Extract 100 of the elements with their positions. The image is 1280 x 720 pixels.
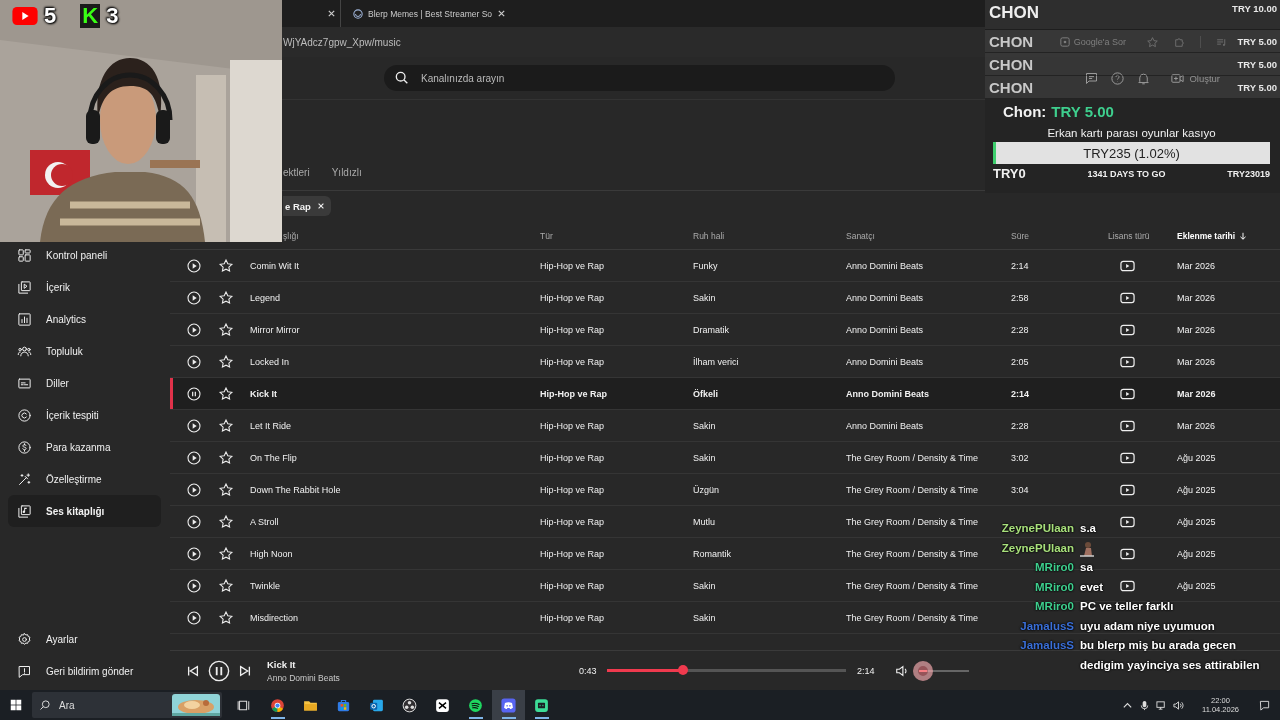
dashboard-icon bbox=[17, 247, 32, 263]
comment-icon[interactable] bbox=[1084, 70, 1100, 86]
track-title[interactable]: Mirror Mirror bbox=[250, 324, 300, 335]
column-header[interactable]: Süre bbox=[1011, 230, 1029, 241]
play-icon[interactable] bbox=[186, 417, 202, 434]
column-header[interactable]: Lisans türü bbox=[1108, 230, 1150, 241]
app-icon[interactable] bbox=[533, 696, 550, 714]
page-tab[interactable]: Yıldızlı bbox=[331, 154, 362, 191]
star-icon[interactable] bbox=[218, 481, 234, 498]
sidebar-item[interactable]: İçerik tespiti bbox=[8, 399, 161, 431]
microphone-icon[interactable] bbox=[1139, 699, 1150, 711]
sidebar-item[interactable]: Kontrol paneli bbox=[8, 239, 161, 271]
star-icon[interactable] bbox=[218, 353, 234, 370]
pause-icon[interactable] bbox=[186, 385, 202, 402]
windows-icon[interactable] bbox=[10, 699, 22, 711]
volume-icon[interactable] bbox=[895, 663, 909, 678]
next-icon[interactable] bbox=[238, 663, 252, 678]
star-icon[interactable] bbox=[218, 257, 234, 274]
sort-arrow-icon[interactable] bbox=[1239, 231, 1248, 240]
track-title[interactable]: Locked In bbox=[250, 356, 290, 367]
volume-thumb[interactable] bbox=[913, 660, 933, 681]
track-title[interactable]: Legend bbox=[250, 292, 281, 303]
create-button[interactable]: Oluştur bbox=[1170, 70, 1220, 86]
sidebar-item[interactable]: Geri bildirim gönder bbox=[8, 655, 161, 687]
search-icon[interactable] bbox=[394, 70, 410, 86]
table-cell: Üzgün bbox=[693, 484, 719, 495]
magic-wand-icon bbox=[17, 471, 32, 487]
sidebar-item[interactable]: Ayarlar bbox=[8, 623, 161, 655]
track-title[interactable]: A Stroll bbox=[250, 516, 279, 527]
app-icon[interactable] bbox=[500, 696, 517, 714]
sidebar-item[interactable]: Topluluk bbox=[8, 335, 161, 367]
column-header[interactable]: Tür bbox=[540, 230, 553, 241]
play-icon[interactable] bbox=[186, 257, 202, 274]
sidebar-item[interactable]: Ses kitaplığı bbox=[8, 495, 161, 527]
app-icon[interactable] bbox=[401, 696, 418, 714]
network-icon[interactable] bbox=[1156, 699, 1167, 711]
star-icon[interactable] bbox=[1146, 35, 1159, 49]
play-icon[interactable] bbox=[186, 321, 202, 338]
table-cell: 3:02 bbox=[1011, 452, 1029, 463]
table-cell: The Grey Room / Density & Time bbox=[846, 452, 979, 463]
donation-amount: TRY 5.00 bbox=[1051, 103, 1114, 120]
app-icon[interactable] bbox=[434, 696, 451, 714]
table-cell: Hip-Hop ve Rap bbox=[540, 580, 605, 591]
search-field[interactable]: Kanalınızda arayın bbox=[384, 65, 895, 91]
tab-title[interactable]: Blerp Memes | Best Streamer So bbox=[368, 8, 493, 19]
track-title[interactable]: Let It Ride bbox=[250, 420, 292, 431]
progress-thumb[interactable] bbox=[678, 665, 689, 675]
star-icon[interactable] bbox=[218, 449, 234, 466]
page-tab[interactable]: ektleri bbox=[283, 154, 310, 191]
play-icon[interactable] bbox=[186, 289, 202, 306]
star-icon[interactable] bbox=[218, 289, 234, 306]
column-header[interactable]: Ruh hali bbox=[693, 230, 725, 241]
play-icon[interactable] bbox=[186, 577, 202, 594]
app-icon[interactable] bbox=[269, 696, 286, 714]
track-title[interactable]: Down The Rabbit Hole bbox=[250, 484, 341, 495]
filter-chip[interactable]: e Rap bbox=[283, 196, 331, 216]
app-icon[interactable] bbox=[467, 696, 484, 714]
play-icon[interactable] bbox=[186, 449, 202, 466]
sidebar-item[interactable]: Para kazanma bbox=[8, 431, 161, 463]
close-icon[interactable] bbox=[327, 9, 336, 18]
star-icon[interactable] bbox=[218, 577, 234, 594]
table-cell: Ağu 2025 bbox=[1177, 452, 1216, 463]
search-icon[interactable] bbox=[39, 699, 51, 711]
star-icon[interactable] bbox=[218, 545, 234, 562]
column-header[interactable]: Sanatçı bbox=[846, 230, 875, 241]
track-title[interactable]: Comin Wit It bbox=[250, 260, 299, 271]
speaker-icon[interactable] bbox=[1173, 699, 1184, 711]
play-icon[interactable] bbox=[186, 545, 202, 562]
table-cell: Mar 2026 bbox=[1177, 388, 1216, 399]
play-icon[interactable] bbox=[186, 353, 202, 370]
table-cell: Funky bbox=[693, 260, 718, 271]
track-title[interactable]: On The Flip bbox=[250, 452, 297, 463]
notification-icon[interactable] bbox=[1259, 699, 1270, 711]
table-cell: Sakin bbox=[693, 452, 716, 463]
track-title[interactable]: Twinkle bbox=[250, 580, 280, 591]
close-icon[interactable] bbox=[497, 9, 507, 18]
star-icon[interactable] bbox=[218, 513, 234, 530]
sidebar-item[interactable]: Diller bbox=[8, 367, 161, 399]
address-field[interactable]: WjYAdcz7gpw_Xpw/music bbox=[283, 36, 401, 48]
help-icon[interactable] bbox=[1110, 70, 1126, 86]
play-icon[interactable] bbox=[186, 513, 202, 530]
previous-icon[interactable] bbox=[186, 663, 200, 678]
star-icon[interactable] bbox=[218, 609, 234, 626]
sidebar-item[interactable]: Analytics bbox=[8, 303, 161, 335]
track-title[interactable]: Misdirection bbox=[250, 612, 298, 623]
track-title[interactable]: High Noon bbox=[250, 548, 293, 559]
play-icon[interactable] bbox=[186, 481, 202, 498]
star-icon[interactable] bbox=[218, 385, 234, 402]
sidebar-item[interactable]: Özelleştirme bbox=[8, 463, 161, 495]
star-icon[interactable] bbox=[218, 321, 234, 338]
track-title[interactable]: Kick It bbox=[250, 388, 277, 399]
play-icon[interactable] bbox=[186, 609, 202, 626]
playing-row[interactable]: Kick It Hip-Hop ve Rap Öfkeli Anno Domini Beats 2:14 Mar 2026 bbox=[170, 378, 1280, 410]
chat-username: MRiro0 bbox=[1035, 599, 1074, 614]
column-header[interactable]: Eklenme tarihi bbox=[1177, 230, 1236, 241]
column-header[interactable]: şlığı bbox=[283, 230, 299, 241]
star-icon[interactable] bbox=[218, 417, 234, 434]
sidebar-item[interactable]: İçerik bbox=[8, 271, 161, 303]
bell-icon[interactable] bbox=[1136, 70, 1152, 86]
pause-icon[interactable] bbox=[208, 659, 230, 682]
